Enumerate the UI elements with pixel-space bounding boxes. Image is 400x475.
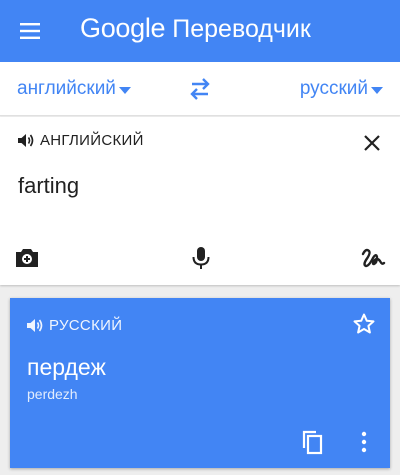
hamburger-menu-icon [20,23,40,39]
app-logo: Google Переводчик [80,13,311,47]
dropdown-caret-icon [118,86,131,94]
app-bar: Google Переводчик [0,0,400,62]
copy-icon [302,430,323,455]
dropdown-caret-icon [371,86,383,94]
transliteration-text: perdezh [27,386,78,402]
microphone-button[interactable] [189,245,213,271]
microphone-icon [192,247,210,269]
camera-button[interactable] [14,245,40,271]
handwriting-icon [361,248,386,268]
result-speak-button[interactable]: РУССКИЙ [27,317,122,334]
brand-name: Google [80,13,166,43]
handwriting-button[interactable] [360,245,386,271]
target-language-label: русский [299,78,368,99]
product-name: Переводчик [172,15,311,43]
more-vertical-icon [361,431,367,453]
save-phrase-button[interactable] [352,312,376,336]
close-icon [364,135,380,151]
translation-text: пердеж [27,354,106,380]
speaker-icon [27,319,43,332]
target-language-selector[interactable]: русский [300,78,383,100]
source-language-caption: АНГЛИЙСКИЙ [40,132,144,149]
translation-result-card[interactable]: РУССКИЙ пердеж perdezh [10,298,390,468]
clear-input-button[interactable] [362,133,382,153]
copy-button[interactable] [300,429,324,455]
source-language-label: английский [17,78,116,99]
speaker-icon [18,134,34,147]
language-bar: английский русский [0,62,400,116]
swap-languages-icon [190,78,210,100]
input-card: АНГЛИЙСКИЙ farting [0,117,400,285]
camera-icon [16,249,38,267]
swap-languages-button[interactable] [186,76,214,102]
source-text-input[interactable]: farting [18,173,79,199]
more-options-button[interactable] [354,429,374,455]
source-language-selector[interactable]: английский [17,78,131,100]
star-outline-icon [353,313,375,334]
target-language-caption: РУССКИЙ [49,317,123,334]
menu-button[interactable] [12,13,48,49]
source-speak-button[interactable]: АНГЛИЙСКИЙ [18,132,144,149]
